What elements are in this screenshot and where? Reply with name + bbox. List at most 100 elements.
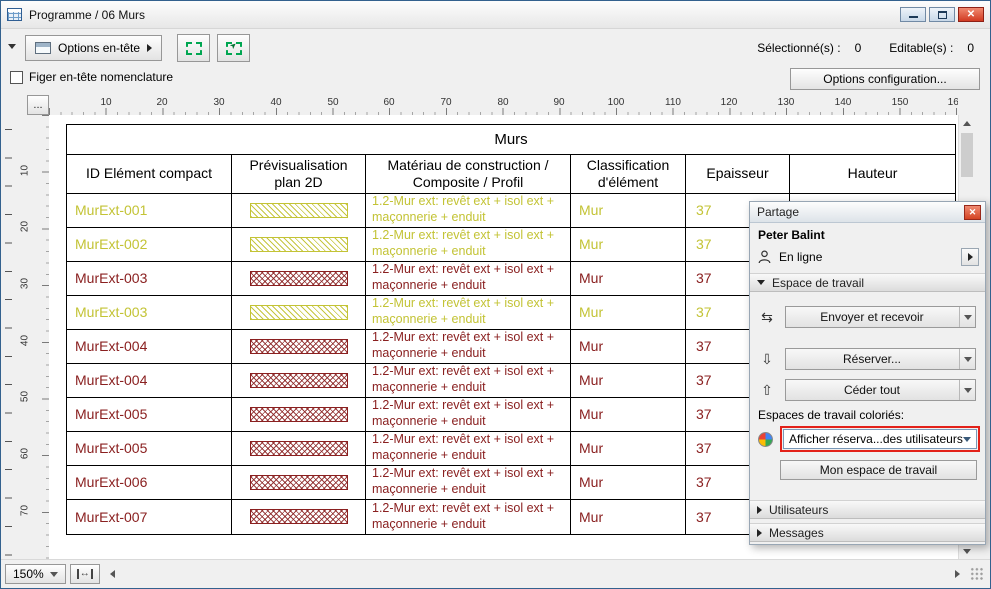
maximize-button[interactable] — [929, 7, 955, 22]
vertical-ruler[interactable]: 10 20 30 40 50 60 70 — [1, 115, 49, 559]
cell-material[interactable]: 1.2-Mur ext: revêt ext + isol ext + maço… — [366, 398, 571, 432]
wall-hatch-preview — [250, 339, 348, 354]
cell-classification[interactable]: Mur — [571, 398, 686, 432]
column-header-preview[interactable]: Prévisualisation plan 2D — [232, 155, 366, 194]
dropdown-arrow-icon[interactable] — [959, 380, 975, 400]
column-header-classification[interactable]: Classification d'élément — [571, 155, 686, 194]
cell-id[interactable]: MurExt-004 — [67, 330, 232, 364]
cell-classification[interactable]: Mur — [571, 500, 686, 534]
arrow-left-icon — [110, 570, 115, 578]
scroll-left-button[interactable] — [104, 564, 122, 584]
options-configuration-button[interactable]: Options configuration... — [790, 68, 980, 90]
ruler-tick-label: 60 — [377, 97, 401, 108]
cell-material[interactable]: 1.2-Mur ext: revêt ext + isol ext + maço… — [366, 194, 571, 228]
wall-hatch-preview — [250, 373, 348, 388]
cell-classification[interactable]: Mur — [571, 296, 686, 330]
scroll-up-button[interactable] — [959, 115, 975, 131]
zoom-value: 150% — [13, 567, 44, 581]
cell-material[interactable]: 1.2-Mur ext: revêt ext + isol ext + maço… — [366, 432, 571, 466]
vertical-scrollbar-thumb[interactable] — [961, 133, 973, 177]
cell-material[interactable]: 1.2-Mur ext: revêt ext + isol ext + maço… — [366, 228, 571, 262]
column-header-id[interactable]: ID Elément compact — [67, 155, 232, 194]
send-receive-button[interactable]: Envoyer et recevoir — [785, 306, 976, 328]
scroll-down-button[interactable] — [959, 543, 975, 559]
title-bar[interactable]: Programme / 06 Murs — [1, 1, 990, 29]
cell-id[interactable]: MurExt-003 — [67, 262, 232, 296]
users-section-header[interactable]: Utilisateurs — [750, 500, 985, 519]
cell-classification[interactable]: Mur — [571, 228, 686, 262]
horizontal-ruler[interactable]: 10 20 30 40 50 60 70 80 90 100 110 120 1… — [49, 95, 958, 115]
cell-material[interactable]: 1.2-Mur ext: revêt ext + isol ext + maço… — [366, 296, 571, 330]
palette-close-button[interactable] — [964, 205, 981, 220]
column-header-height[interactable]: Hauteur — [790, 155, 955, 194]
reserve-row: Réserver... — [750, 348, 985, 370]
cell-preview[interactable] — [232, 432, 366, 466]
release-all-button[interactable]: Céder tout — [785, 379, 976, 401]
cell-material[interactable]: 1.2-Mur ext: revêt ext + isol ext + maço… — [366, 466, 571, 500]
online-menu-button[interactable] — [961, 248, 979, 266]
table-title: Murs — [67, 125, 955, 155]
cell-material[interactable]: 1.2-Mur ext: revêt ext + isol ext + maço… — [366, 262, 571, 296]
cell-id[interactable]: MurExt-003 — [67, 296, 232, 330]
scroll-right-button[interactable] — [948, 564, 966, 584]
cell-classification[interactable]: Mur — [571, 262, 686, 296]
cell-id[interactable]: MurExt-004 — [67, 364, 232, 398]
resize-grip[interactable] — [970, 567, 984, 581]
options-entete-button[interactable]: Options en-tête — [25, 35, 162, 61]
cell-preview[interactable] — [232, 330, 366, 364]
zoom-control[interactable]: 150% — [5, 564, 66, 584]
ruler-options-button[interactable]: ... — [27, 95, 49, 115]
wall-hatch-preview — [250, 475, 348, 490]
cell-preview[interactable] — [232, 500, 366, 534]
cell-material[interactable]: 1.2-Mur ext: revêt ext + isol ext + maço… — [366, 364, 571, 398]
cell-id[interactable]: MurExt-005 — [67, 398, 232, 432]
freeze-header-checkbox[interactable] — [10, 71, 23, 84]
ruler-tick-label: 110 — [661, 97, 685, 108]
cell-classification[interactable]: Mur — [571, 432, 686, 466]
toolbar-menu-arrow-icon[interactable] — [8, 44, 16, 49]
cell-id[interactable]: MurExt-001 — [67, 194, 232, 228]
reserve-button[interactable]: Réserver... — [785, 348, 976, 370]
cell-material[interactable]: 1.2-Mur ext: revêt ext + isol ext + maço… — [366, 500, 571, 534]
selection-area-button[interactable] — [177, 34, 210, 62]
my-workspace-button[interactable]: Mon espace de travail — [780, 460, 977, 480]
cell-preview[interactable] — [232, 228, 366, 262]
cell-material[interactable]: 1.2-Mur ext: revêt ext + isol ext + maço… — [366, 330, 571, 364]
palette-title-bar[interactable]: Partage — [750, 202, 985, 223]
column-header-material[interactable]: Matériau de construction / Composite / P… — [366, 155, 571, 194]
messages-section-header[interactable]: Messages — [750, 523, 985, 542]
close-button[interactable] — [958, 7, 984, 22]
wall-hatch-preview — [250, 237, 348, 252]
fit-width-button[interactable]: ↔ — [70, 564, 100, 584]
horizontal-scrollbar[interactable] — [126, 566, 944, 583]
workspace-section-header[interactable]: Espace de travail — [750, 273, 985, 292]
ruler-tick-label: 70 — [434, 97, 458, 108]
cell-preview[interactable] — [232, 194, 366, 228]
palette-title: Partage — [757, 205, 799, 219]
column-header-thickness[interactable]: Epaisseur — [686, 155, 790, 194]
minimize-button[interactable] — [900, 7, 926, 22]
person-icon — [758, 250, 771, 264]
ruler-tick-label: 30 — [20, 272, 31, 296]
cell-classification[interactable]: Mur — [571, 194, 686, 228]
cell-preview[interactable] — [232, 296, 366, 330]
cell-classification[interactable]: Mur — [571, 330, 686, 364]
dropdown-arrow-icon[interactable] — [959, 307, 975, 327]
cell-preview[interactable] — [232, 364, 366, 398]
fit-width-icon: ↔ — [80, 569, 90, 579]
dropdown-arrow-icon[interactable] — [959, 349, 975, 369]
cell-classification[interactable]: Mur — [571, 466, 686, 500]
flyout-arrow-icon — [147, 44, 152, 52]
cell-preview[interactable] — [232, 466, 366, 500]
cell-classification[interactable]: Mur — [571, 364, 686, 398]
selection-arrow-button[interactable] — [217, 34, 250, 62]
cell-preview[interactable] — [232, 262, 366, 296]
color-wheel-icon — [758, 432, 773, 447]
workspace-color-dropdown[interactable]: Afficher réserva...des utilisateurs — [783, 429, 977, 449]
cell-id[interactable]: MurExt-005 — [67, 432, 232, 466]
cell-id[interactable]: MurExt-002 — [67, 228, 232, 262]
cell-id[interactable]: MurExt-006 — [67, 466, 232, 500]
cell-id[interactable]: MurExt-007 — [67, 500, 232, 534]
header-options-icon — [35, 42, 51, 54]
cell-preview[interactable] — [232, 398, 366, 432]
